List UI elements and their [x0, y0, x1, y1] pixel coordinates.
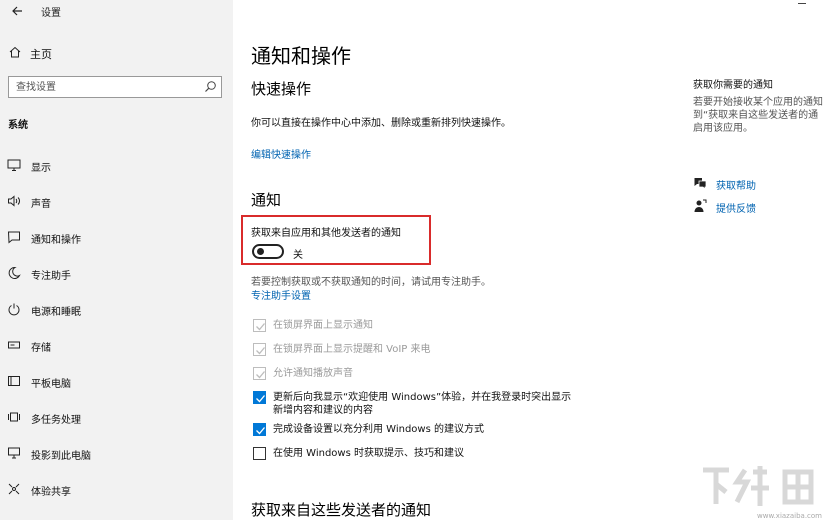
focus-assist-settings-link[interactable]: 专注助手设置 [251, 287, 311, 302]
checkbox-label: 更新后向我显示“欢迎使用 Windows”体验，并在我登录时突出显示 新增内容和… [273, 391, 593, 417]
checkmark-icon [256, 371, 265, 379]
watermark-glyphs [703, 466, 814, 506]
notifications-heading: 通知 [251, 191, 282, 209]
sidebar-item-storage[interactable]: 存储 [0, 333, 233, 357]
watermark-url: www.xiazaiba.com [757, 512, 822, 520]
checkbox-tips-tricks[interactable] [253, 447, 266, 460]
multitask-icon [8, 412, 20, 422]
notification-icon [7, 231, 20, 244]
sidebar-item-project[interactable]: 投影到此电脑 [0, 441, 233, 465]
sidebar-item-label: 通知和操作 [31, 235, 81, 246]
sidebar-item-multitasking[interactable]: 多任务处理 [0, 405, 233, 429]
title-bar: 设置 [0, 0, 233, 22]
help-icon [694, 178, 707, 190]
checkbox-label: 在锁屏界面上显示提醒和 VoIP 来电 [273, 344, 431, 355]
checkmark-icon [256, 323, 265, 331]
search-icon[interactable] [204, 80, 217, 93]
sidebar-item-label: 多任务处理 [31, 415, 81, 426]
sidebar-item-power[interactable]: 电源和睡眠 [0, 297, 233, 321]
sidebar-item-focus-assist[interactable]: 专注助手 [0, 261, 233, 285]
senders-heading: 获取来自这些发送者的通知 [251, 501, 432, 519]
search-input[interactable] [9, 77, 199, 97]
checkbox-label-line: 更新后向我显示“欢迎使用 Windows”体验，并在我登录时突出显示 [273, 392, 572, 403]
moon-icon [8, 266, 21, 279]
sidebar-item-label: 电源和睡眠 [31, 307, 81, 318]
section-label-system: 系统 [8, 120, 28, 131]
page-title: 通知和操作 [251, 44, 351, 68]
sidebar-item-display[interactable]: 显示 [0, 153, 233, 177]
right-pane-text-line: 到“获取来自这些发送者的通 [693, 110, 819, 121]
home-icon [9, 46, 21, 58]
tablet-icon [8, 376, 20, 386]
back-arrow-icon [12, 6, 22, 16]
right-pane-text-line: 启用该应用。 [693, 123, 753, 134]
sidebar-item-label: 投影到此电脑 [31, 451, 91, 462]
checkbox-label: 在使用 Windows 时获取提示、技巧和建议 [273, 448, 464, 459]
checkbox-device-setup-suggestions[interactable] [253, 423, 266, 436]
sidebar-item-shared-experiences[interactable]: 体验共享 [0, 477, 233, 501]
checkbox-lock-screen-notifications[interactable] [253, 319, 266, 332]
checkbox-label: 允许通知播放声音 [273, 368, 353, 379]
sidebar-item-label: 声音 [31, 199, 51, 210]
main-content: 通知和操作 快速操作 你可以直接在操作中心中添加、删除或重新排列快速操作。 编辑… [233, 0, 826, 520]
notifications-toggle-label: 获取来自应用和其他发送者的通知 [251, 228, 401, 239]
checkmark-icon [256, 427, 265, 435]
checkmark-icon [256, 347, 265, 355]
window-title: 设置 [41, 8, 61, 19]
power-icon [8, 303, 20, 316]
toggle-knob [257, 248, 264, 255]
notifications-toggle[interactable] [252, 244, 284, 259]
projector-icon [8, 447, 20, 459]
right-pane-text-line: 若要开始接收某个应用的通知 [693, 97, 823, 108]
sidebar-item-home[interactable]: 主页 [0, 42, 233, 64]
right-pane-title: 获取你需要的通知 [693, 80, 773, 91]
sidebar-item-label: 平板电脑 [31, 379, 71, 390]
checkbox-welcome-experience[interactable] [253, 391, 266, 404]
sidebar-item-label: 存储 [31, 343, 51, 354]
right-pane-text: 若要开始接收某个应用的通知 到“获取来自这些发送者的通 启用该应用。 [693, 96, 826, 135]
watermark-logo: www.xiazaiba.com [693, 462, 826, 520]
checkbox-notification-sounds[interactable] [253, 367, 266, 380]
give-feedback-link[interactable]: 提供反馈 [716, 200, 756, 215]
toggle-state-label: 关 [293, 250, 303, 261]
quick-actions-heading: 快速操作 [251, 80, 312, 98]
checkbox-label-line: 新增内容和建议的内容 [273, 405, 373, 416]
sidebar-item-label: 显示 [31, 163, 51, 174]
checkmark-icon [256, 395, 265, 403]
speaker-icon [8, 195, 20, 207]
focus-assist-hint: 若要控制获取或不获取通知的时间，请试用专注助手。 [251, 277, 491, 288]
checkbox-lock-screen-reminders[interactable] [253, 343, 266, 356]
checkbox-label: 在锁屏界面上显示通知 [273, 320, 373, 331]
sidebar-item-label: 主页 [30, 48, 52, 61]
sidebar-item-tablet[interactable]: 平板电脑 [0, 369, 233, 393]
share-icon [8, 483, 20, 495]
sidebar: 设置 主页 系统 显示 声音 通知和操作 专注助手 电源和睡眠 存储 平板电脑 … [0, 0, 233, 520]
minimize-button[interactable] [798, 3, 806, 4]
get-help-link[interactable]: 获取帮助 [716, 177, 756, 192]
sidebar-item-notifications[interactable]: 通知和操作 [0, 225, 233, 249]
back-button[interactable] [8, 2, 26, 20]
sidebar-item-label: 专注助手 [31, 271, 71, 282]
sidebar-item-sound[interactable]: 声音 [0, 189, 233, 213]
search-box[interactable] [8, 76, 222, 98]
edit-quick-actions-link[interactable]: 编辑快速操作 [251, 146, 311, 161]
monitor-icon [7, 159, 21, 171]
feedback-icon [694, 199, 707, 212]
sidebar-item-label: 体验共享 [31, 487, 71, 498]
checkbox-label: 完成设备设置以充分利用 Windows 的建议方式 [273, 424, 484, 435]
quick-actions-description: 你可以直接在操作中心中添加、删除或重新排列快速操作。 [251, 118, 511, 129]
storage-icon [8, 341, 20, 349]
